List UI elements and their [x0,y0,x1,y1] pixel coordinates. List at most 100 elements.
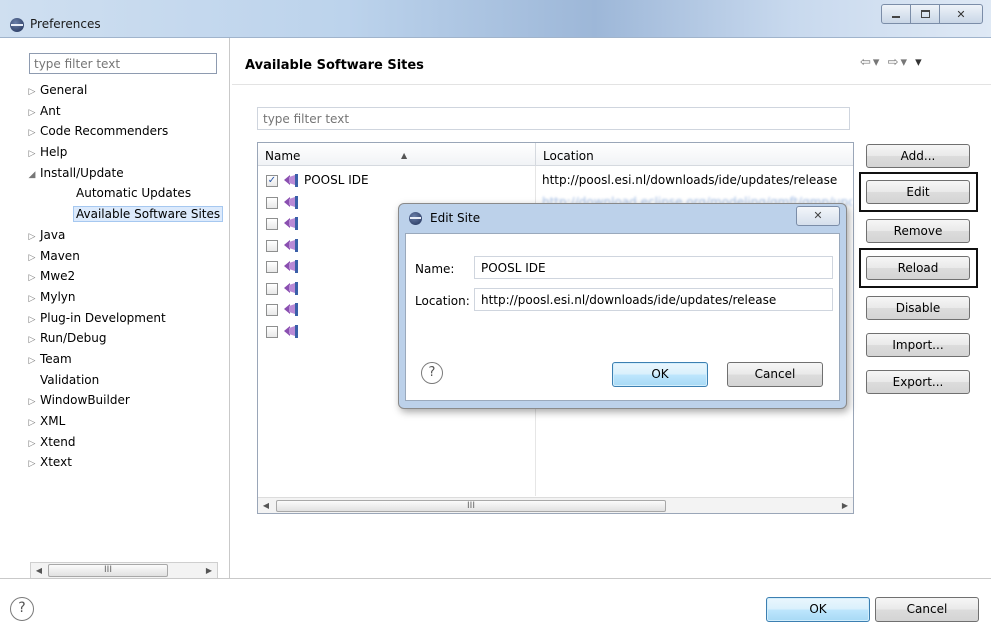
back-menu-icon[interactable]: ▾ [873,55,882,70]
scrollbar-thumb[interactable]: III [48,564,168,577]
table-header: Name ▲ Location [258,143,853,166]
expand-arrow-icon[interactable]: ▷ [24,434,40,455]
edit-button[interactable]: Edit [866,180,970,204]
dialog-close-button[interactable]: ✕ [796,206,840,226]
export-button[interactable]: Export... [866,370,970,394]
sites-filter-input[interactable] [257,107,850,130]
update-site-icon [283,259,301,274]
expand-arrow-icon[interactable]: ▷ [24,227,40,248]
tree-item-label: XML [40,414,66,428]
column-header-location[interactable]: Location [536,143,853,166]
minimize-button[interactable] [881,4,911,24]
table-horizontal-scrollbar[interactable]: ◀ III ▶ [258,497,853,513]
view-menu-icon[interactable]: ▾ [915,55,924,70]
tree-item[interactable]: ▷ Plug-in Development [24,308,224,329]
tree-item[interactable]: ▷ Xtext [24,452,224,473]
tree-item[interactable]: ▷ Mylyn [24,287,224,308]
tree-horizontal-scrollbar[interactable]: ◀ III ▶ [30,562,218,579]
site-enabled-checkbox[interactable] [266,196,278,209]
close-window-button[interactable]: ✕ [939,4,983,24]
expand-arrow-icon[interactable]: ▷ [24,289,40,310]
tree-filter-input[interactable] [29,53,217,74]
tree-item[interactable]: ▷ Ant [24,101,224,122]
tree-item[interactable]: ▷ General [24,80,224,101]
expand-arrow-icon[interactable]: ▷ [24,248,40,269]
site-name: POOSL IDE [304,173,369,187]
help-icon[interactable]: ? [421,362,443,384]
update-site-icon [283,216,301,231]
scroll-right-arrow-icon[interactable]: ▶ [837,498,853,513]
tree-item[interactable]: ▷ XML [24,411,224,432]
expand-arrow-icon[interactable]: ▷ [24,268,40,289]
site-enabled-checkbox[interactable] [266,218,278,230]
expand-arrow-icon[interactable]: ▷ [24,123,40,144]
scroll-right-arrow-icon[interactable]: ▶ [201,563,217,578]
tree-item[interactable]: ◢ Install/Update [24,163,224,184]
tree-item-label: Help [40,145,68,160]
add-button[interactable]: Add... [866,144,970,168]
reload-button[interactable]: Reload [866,256,970,280]
help-icon[interactable]: ? [10,597,34,621]
tree-item-label: Run/Debug [40,331,107,346]
column-header-name[interactable]: Name ▲ [258,143,536,166]
forward-arrow-icon[interactable]: ⇨ [888,55,901,70]
expand-arrow-icon[interactable]: ▷ [24,82,40,103]
window-controls: ✕ [881,4,983,24]
disable-button[interactable]: Disable [866,296,970,320]
site-enabled-checkbox[interactable] [266,282,278,295]
expand-arrow-icon[interactable]: ▷ [24,310,40,331]
site-enabled-checkbox[interactable] [266,261,278,273]
expand-arrow-icon[interactable]: ▷ [24,454,40,475]
site-enabled-checkbox[interactable] [266,304,278,316]
tree-item-label: Plug-in Development [40,310,166,325]
scroll-left-arrow-icon[interactable]: ◀ [31,563,47,578]
site-enabled-checkbox[interactable] [266,325,278,338]
ok-button[interactable]: OK [766,597,870,622]
tree-item[interactable]: ▷ Team [24,349,224,370]
expand-arrow-icon[interactable]: ▷ [24,144,40,165]
eclipse-icon [10,18,24,32]
tree-item[interactable]: Available Software Sites [24,204,224,225]
tree-item[interactable]: ▷ WindowBuilder [24,390,224,411]
collapse-arrow-icon[interactable]: ◢ [24,165,40,186]
dialog-ok-button[interactable]: OK [612,362,708,387]
tree-item[interactable]: ▷ Run/Debug [24,328,224,349]
update-site-icon [283,195,301,210]
page-navigation: ⇦▾ ⇨▾ ▾ [860,55,924,70]
tree-item[interactable]: ▷ Maven [24,246,224,267]
dialog-cancel-button[interactable]: Cancel [727,362,823,387]
window-title: Preferences [30,17,101,31]
scrollbar-thumb[interactable]: III [276,500,666,512]
site-location: http://poosl.esi.nl/downloads/ide/update… [542,173,838,187]
tree-item[interactable]: ▷ Java [24,225,224,246]
name-label: Name: [415,262,455,276]
forward-menu-icon[interactable]: ▾ [900,55,909,70]
expand-arrow-icon[interactable]: ▷ [24,351,40,372]
import-button[interactable]: Import... [866,333,970,357]
tree-item-label: Mylyn [40,289,76,304]
site-name-field[interactable] [474,256,833,279]
location-label: Location: [415,294,470,308]
update-site-icon [283,173,301,188]
expand-arrow-icon[interactable]: ▷ [24,103,40,124]
tree-item[interactable]: ▷ Code Recommenders [24,121,224,142]
back-arrow-icon[interactable]: ⇦ [860,55,873,70]
tree-item[interactable]: Validation [24,370,224,391]
tree-item-label: Xtext [40,455,72,470]
site-enabled-checkbox[interactable] [266,239,278,252]
tree-item[interactable]: ▷ Help [24,142,224,163]
preferences-tree: ▷ General ▷ Ant ▷ Code Recommenders ▷ Help ◢ Inst… [24,80,224,473]
expand-arrow-icon[interactable]: ▷ [24,330,40,351]
remove-button[interactable]: Remove [866,219,970,243]
maximize-button[interactable] [910,4,940,24]
cancel-button[interactable]: Cancel [875,597,979,622]
tree-item[interactable]: ▷ Mwe2 [24,266,224,287]
site-location-field[interactable] [474,288,833,311]
expand-arrow-icon[interactable]: ▷ [24,413,40,434]
expand-arrow-icon[interactable]: ▷ [24,392,40,413]
tree-item[interactable]: Automatic Updates [24,183,224,204]
scroll-left-arrow-icon[interactable]: ◀ [258,498,274,513]
tree-item[interactable]: ▷ Xtend [24,432,224,453]
table-row[interactable]: ✓ POOSL IDE http://poosl.esi.nl/downloads/… [258,171,853,193]
site-enabled-checkbox[interactable]: ✓ [266,175,278,187]
